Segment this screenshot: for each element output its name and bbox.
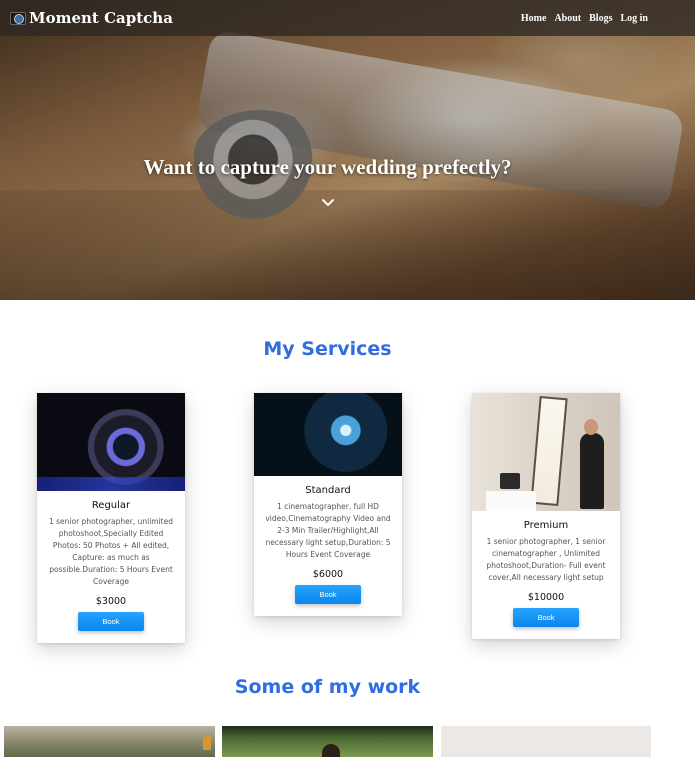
service-price: $10000 (527, 592, 565, 603)
work-image[interactable] (4, 726, 215, 757)
nav-link-about[interactable]: About (554, 13, 581, 24)
service-price: $6000 (312, 569, 344, 580)
work-title: Some of my work (234, 676, 421, 698)
nav-link-home[interactable]: Home (521, 13, 547, 24)
service-description: 1 cinematographer, full HD video,Cinemat… (265, 502, 391, 559)
hero-heading: Want to capture your wedding prefectly? (143, 155, 512, 179)
book-button-standard[interactable]: Book (295, 585, 361, 604)
service-name: Premium (523, 520, 569, 531)
softbox-light (530, 395, 568, 507)
nav-links: Home About Blogs Log in (521, 13, 648, 24)
service-image-premium (472, 393, 620, 511)
table-shape (486, 491, 536, 511)
nav-link-blogs[interactable]: Blogs (589, 13, 612, 24)
nav-link-login[interactable]: Log in (620, 13, 648, 24)
camera-shape (500, 473, 520, 489)
book-button-premium[interactable]: Book (513, 608, 579, 627)
service-name: Standard (305, 485, 351, 496)
work-image[interactable] (441, 726, 651, 757)
service-card-regular: Regular 1 senior photographer, unlimited… (37, 393, 185, 643)
service-card-premium: Premium 1 senior photographer, 1 senior … (472, 393, 620, 639)
work-image[interactable] (222, 726, 433, 757)
service-name: Regular (91, 500, 131, 511)
brand-name: Moment Captcha (29, 9, 173, 27)
service-price: $3000 (95, 596, 127, 607)
chevron-down-icon[interactable] (321, 196, 335, 210)
service-card-standard: Standard 1 cinematographer, full HD vide… (254, 393, 402, 616)
person-head-shape (584, 419, 598, 435)
navbar: Moment Captcha Home About Blogs Log in (0, 0, 695, 36)
brand[interactable]: Moment Captcha (10, 9, 173, 27)
book-button-regular[interactable]: Book (78, 612, 144, 631)
services-title: My Services (263, 338, 392, 360)
camera-icon (10, 11, 26, 25)
hero-banner: Want to capture your wedding prefectly? (0, 0, 695, 300)
service-description: 1 senior photographer, 1 senior cinemato… (486, 537, 606, 582)
person-shape (580, 433, 604, 509)
service-image-regular (37, 393, 185, 491)
service-image-standard (254, 393, 402, 476)
service-description: 1 senior photographer, unlimited photosh… (48, 517, 173, 586)
